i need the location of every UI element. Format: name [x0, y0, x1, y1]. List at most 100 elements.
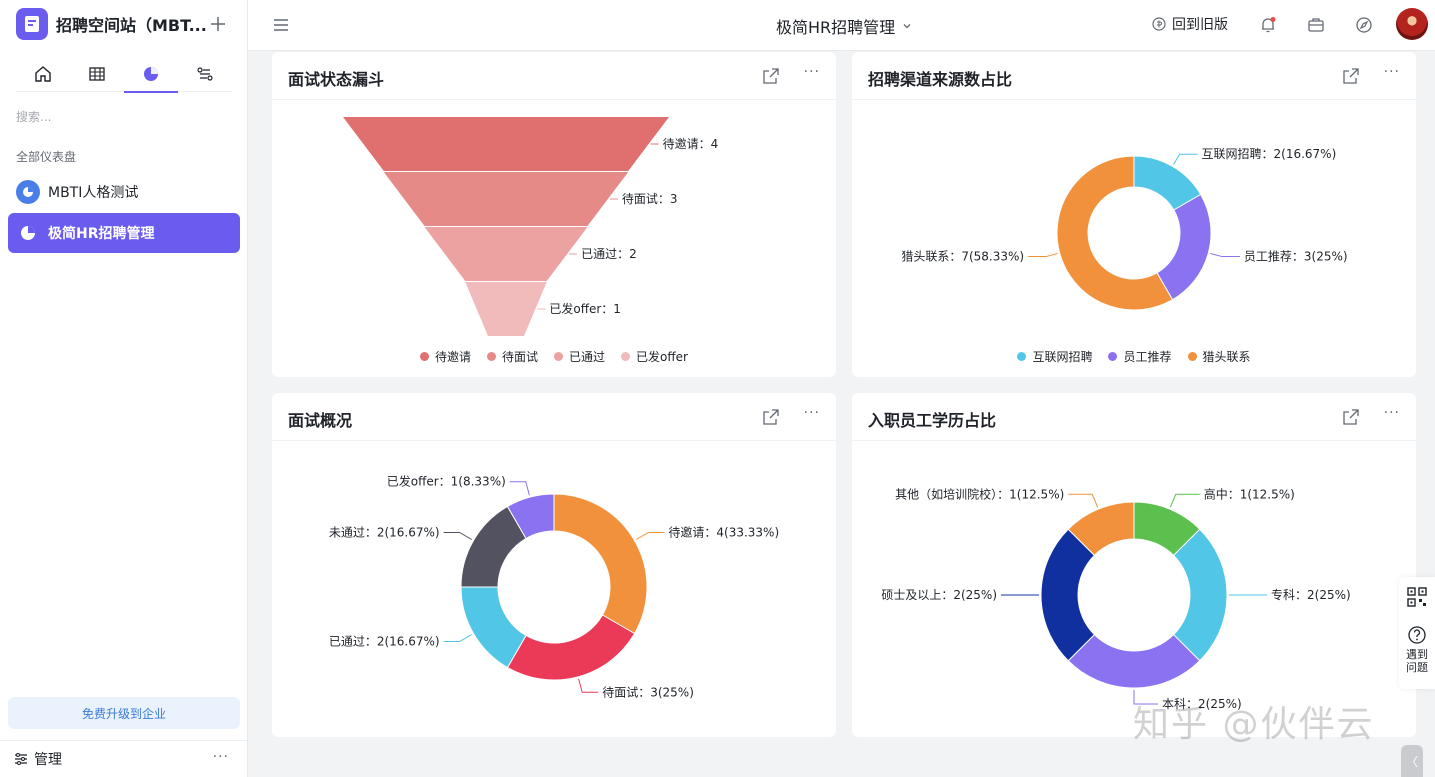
app-name[interactable]: 招聘空间站（MBT...	[56, 12, 207, 36]
sidebar-tabs	[16, 56, 232, 93]
tab-dashboard[interactable]	[124, 56, 178, 93]
more-icon[interactable]: ···	[1384, 64, 1400, 80]
data-label: 待邀请：4	[663, 136, 719, 151]
card-header: 招聘渠道来源数占比 ···	[852, 52, 1416, 100]
more-icon[interactable]: ···	[804, 64, 820, 80]
label-leader	[1169, 493, 1200, 508]
label-leader	[578, 678, 599, 693]
legend-swatch	[554, 352, 564, 361]
table-icon	[89, 67, 105, 81]
compass-icon[interactable]	[1352, 13, 1376, 37]
data-label: 高中：1(12.5%)	[1204, 486, 1295, 501]
funnel-segment[interactable]	[343, 117, 669, 171]
sidebar-item-label: MBTI人格测试	[48, 185, 139, 201]
top-bar: 极简HR招聘管理 回到旧版	[248, 0, 1435, 51]
label-leader	[1173, 153, 1198, 165]
bell-icon[interactable]	[1256, 13, 1280, 37]
data-label: 待邀请：4(33.33%)	[668, 525, 779, 540]
briefcase-icon[interactable]	[1304, 13, 1328, 37]
donut-slice[interactable]	[1040, 528, 1096, 662]
sidebar-item-mbti[interactable]: MBTI人格测试	[8, 172, 240, 212]
donut-chart: 互联网招聘：2(16.67%) 员工推荐：3(25%) 猎头联系：7(58.33%)	[901, 147, 1348, 311]
data-label: 互联网招聘：2(16.67%)	[1202, 147, 1337, 161]
data-label: 未通过：2(16.67%)	[329, 526, 440, 540]
donut-slice[interactable]	[1156, 193, 1212, 301]
donut-slice[interactable]	[1172, 528, 1228, 662]
sidebar-group-label: 全部仪表盘	[16, 150, 77, 164]
donut-slice[interactable]	[506, 614, 636, 681]
card-header: 面试状态漏斗 ···	[272, 52, 836, 100]
card-title: 面试概况	[288, 411, 353, 430]
card-funnel: 面试状态漏斗 ··· 待邀请：4 待面试：3 已通过：2 已发offer：1 待邀请待…	[272, 52, 836, 377]
legend-label: 互联网招聘	[1032, 350, 1093, 364]
page-title-text: 极简HR招聘管理	[776, 18, 896, 37]
help-button[interactable]: 遇到问题	[1399, 625, 1435, 674]
app-logo-icon	[16, 8, 48, 40]
label-leader	[1028, 252, 1058, 258]
card-title: 招聘渠道来源数占比	[868, 70, 1013, 89]
more-icon[interactable]: ···	[1384, 405, 1400, 421]
chevron-down-icon	[903, 24, 911, 29]
collapse-arrow-icon[interactable]: 〈	[1401, 745, 1423, 777]
label-leader	[1068, 493, 1099, 508]
donut-chart: 待邀请：4(33.33%) 待面试：3(25%) 已通过：2(16.67%) 未通过：…	[329, 474, 779, 700]
manage-button[interactable]: 管理	[34, 749, 62, 769]
menu-icon[interactable]	[270, 14, 292, 36]
funnel-segment[interactable]	[465, 282, 547, 336]
float-panel: 遇到问题	[1399, 577, 1435, 689]
legend-label: 猎头联系	[1202, 350, 1251, 364]
legend-swatch	[621, 352, 631, 361]
funnel-segment[interactable]	[383, 172, 629, 226]
more-icon[interactable]: ···	[804, 405, 820, 421]
upgrade-button[interactable]: 免费升级到企业	[8, 697, 240, 729]
legend-label: 待邀请	[435, 350, 472, 364]
help-label: 遇到问题	[1406, 648, 1428, 674]
legend-item[interactable]: 已通过	[554, 348, 605, 365]
donut-slice[interactable]	[553, 493, 648, 635]
data-label: 已通过：2(16.67%)	[329, 635, 440, 649]
open-external-icon[interactable]	[762, 67, 780, 85]
funnel-segment[interactable]	[424, 227, 588, 281]
more-icon[interactable]: ···	[213, 749, 229, 765]
card-title: 入职员工学历占比	[868, 411, 997, 430]
data-label: 猎头联系：7(58.33%)	[901, 250, 1024, 264]
chart-legend: 待邀请 待面试 已通过 已发offer	[272, 348, 836, 365]
open-external-icon[interactable]	[1342, 67, 1360, 85]
legend-label: 待面试	[502, 350, 539, 364]
tab-workflow[interactable]	[178, 56, 232, 92]
legend-label: 已通过	[569, 350, 606, 364]
help-icon	[1408, 626, 1426, 644]
tab-table[interactable]	[70, 56, 124, 92]
open-external-icon[interactable]	[1342, 408, 1360, 426]
donut-chart: 高中：1(12.5%)专科：2(25%)本科：2(25%)硕士及以上：2(25%…	[881, 486, 1351, 711]
legend-item[interactable]: 员工推荐	[1108, 348, 1172, 365]
legend-item[interactable]: 猎头联系	[1187, 348, 1251, 365]
legend-item[interactable]: 已发offer	[621, 348, 688, 365]
data-label: 其他（如培训院校）：1(12.5%)	[895, 486, 1064, 501]
workflow-icon	[197, 67, 213, 81]
add-icon[interactable]	[206, 12, 230, 36]
label-leader	[636, 532, 665, 540]
legend-swatch	[487, 352, 497, 361]
label-leader	[1210, 252, 1240, 258]
donut-slice[interactable]	[1067, 633, 1201, 689]
settings-sliders-icon	[15, 753, 27, 765]
page-title[interactable]: 极简HR招聘管理	[776, 14, 913, 38]
legend-item[interactable]: 待邀请	[420, 348, 471, 365]
legend-item[interactable]: 互联网招聘	[1017, 348, 1092, 365]
legend-swatch	[1108, 352, 1118, 361]
data-label: 专科：2(25%)	[1271, 587, 1351, 602]
open-external-icon[interactable]	[762, 408, 780, 426]
qr-code-icon[interactable]	[1407, 587, 1427, 607]
sidebar-item-hr[interactable]: 极简HR招聘管理	[8, 213, 240, 253]
card-overview: 面试概况 ··· 待邀请：4(33.33%) 待面试：3(25%) 已通过：2(16…	[272, 393, 836, 737]
pie-chart-icon	[144, 67, 158, 81]
legend-item[interactable]: 待面试	[487, 348, 538, 365]
home-icon	[35, 66, 51, 82]
legend-label: 员工推荐	[1123, 350, 1172, 364]
tab-home[interactable]	[16, 56, 70, 92]
avatar[interactable]	[1396, 8, 1428, 40]
sidebar-search-input[interactable]: 搜索...	[16, 108, 51, 125]
legend-swatch	[1017, 352, 1027, 361]
back-to-old-button[interactable]: 回到旧版	[1152, 14, 1228, 34]
